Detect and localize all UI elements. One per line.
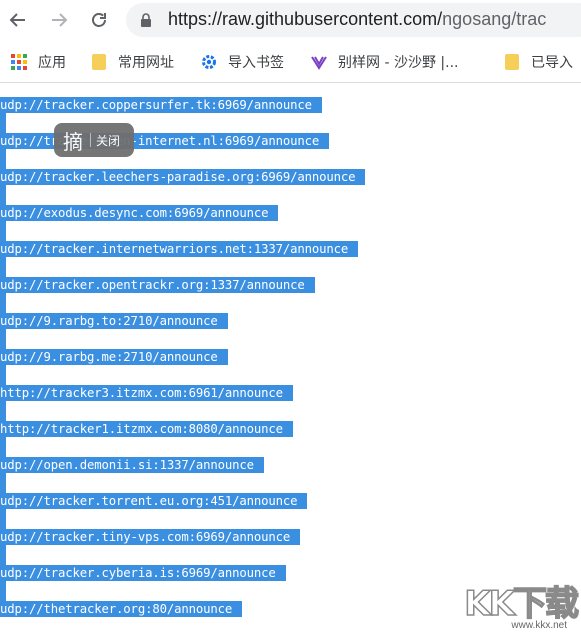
bookmark-import[interactable]: 导入书签: [200, 51, 284, 73]
bookmark-label: 别样网 - 沙沙野 |...: [338, 55, 459, 71]
folder-icon: [90, 53, 108, 71]
bookmark-common-sites[interactable]: 常用网址: [90, 51, 174, 73]
url-host: https://raw.githubusercontent.com/: [168, 9, 443, 29]
tracker-line: udp://thetracker.org:80/announce: [0, 601, 243, 617]
selection-gap: [0, 185, 6, 205]
popup-divider: [90, 133, 91, 147]
forward-button[interactable]: [46, 7, 72, 33]
bookmark-imported[interactable]: 已导入: [503, 51, 573, 73]
tracker-line: http://tracker3.itzmx.com:6961/announce: [0, 385, 293, 401]
url-text: https://raw.githubusercontent.com/ngosan…: [168, 9, 546, 30]
tracker-line: http://tracker1.itzmx.com:8080/announce: [0, 421, 293, 437]
bookmark-label: 常用网址: [118, 55, 174, 71]
selection-gap: [0, 509, 6, 529]
back-arrow-icon: [9, 13, 25, 27]
tracker-line: udp://tracker.torrent.eu.org:451/announc…: [0, 493, 308, 509]
watermark-url: www.kkx.net: [511, 620, 567, 631]
lock-icon: [141, 13, 151, 27]
selection-gap: [0, 293, 6, 313]
selection-gap: [0, 365, 6, 385]
bookmark-bieyang[interactable]: 别样网 - 沙沙野 |...: [310, 51, 458, 73]
back-button[interactable]: [5, 7, 31, 33]
browser-toolbar: https://raw.githubusercontent.com/ngosan…: [0, 0, 581, 42]
reload-button[interactable]: [86, 7, 112, 33]
selection-gap: [0, 473, 6, 493]
selection-gap: [0, 545, 6, 565]
selection-gap: [0, 329, 6, 349]
excerpt-popup: 摘 关闭: [54, 123, 134, 157]
popup-close-button[interactable]: 关闭: [96, 132, 120, 149]
tracker-line: udp://tracker.cyberia.is:6969/announce: [0, 565, 286, 581]
tracker-line: udp://9.rarbg.me:2710/announce: [0, 349, 228, 365]
selection-gap: [0, 221, 6, 241]
apps-grid-icon: [10, 53, 28, 71]
bookmark-label: 应用: [38, 55, 66, 71]
watermark: KK下载 www.kkx.net: [450, 574, 581, 633]
selection-gap: [0, 113, 6, 133]
site-logo-icon: [310, 53, 328, 71]
tracker-line: udp://tracker.internetwarriors.net:1337/…: [0, 241, 359, 257]
watermark-brand: KK下载: [464, 583, 580, 625]
tracker-line: udp://tracker.opentrackr.org:1337/announ…: [0, 277, 315, 293]
bookmarks-bar: 应用 常用网址 导入书签 别样网 - 沙沙野 |... 已导入: [0, 42, 581, 83]
excerpt-icon[interactable]: 摘: [63, 126, 83, 155]
tracker-line: udp://exodus.desync.com:6969/announce: [0, 205, 279, 221]
gear-icon: [200, 53, 218, 71]
raw-text-content: udp://tracker.coppersurfer.tk:6969/annou…: [0, 83, 581, 633]
selection-gap: [0, 149, 6, 169]
address-bar[interactable]: https://raw.githubusercontent.com/ngosan…: [126, 3, 581, 37]
bookmark-label: 导入书签: [228, 55, 284, 71]
forward-arrow-icon: [52, 13, 68, 27]
tracker-line: udp://tracker.open-internet.nl:6969/anno…: [0, 133, 330, 149]
reload-icon: [92, 13, 106, 27]
tracker-line: udp://tracker.coppersurfer.tk:6969/annou…: [0, 97, 322, 113]
tracker-line: udp://tracker.tiny-vps.com:6969/announce: [0, 529, 301, 545]
folder-icon: [503, 53, 521, 71]
selection-gap: [0, 437, 6, 457]
tracker-line: udp://9.rarbg.to:2710/announce: [0, 313, 228, 329]
url-path: ngosang/trac: [442, 9, 547, 29]
bookmark-apps[interactable]: 应用: [10, 51, 66, 73]
tracker-line: udp://open.demonii.si:1337/announce: [0, 457, 264, 473]
selection-gap: [0, 257, 6, 277]
bookmark-label: 已导入: [531, 55, 573, 71]
selection-gap: [0, 581, 6, 601]
selection-gap: [0, 401, 6, 421]
tracker-line: udp://tracker.leechers-paradise.org:6969…: [0, 169, 366, 185]
